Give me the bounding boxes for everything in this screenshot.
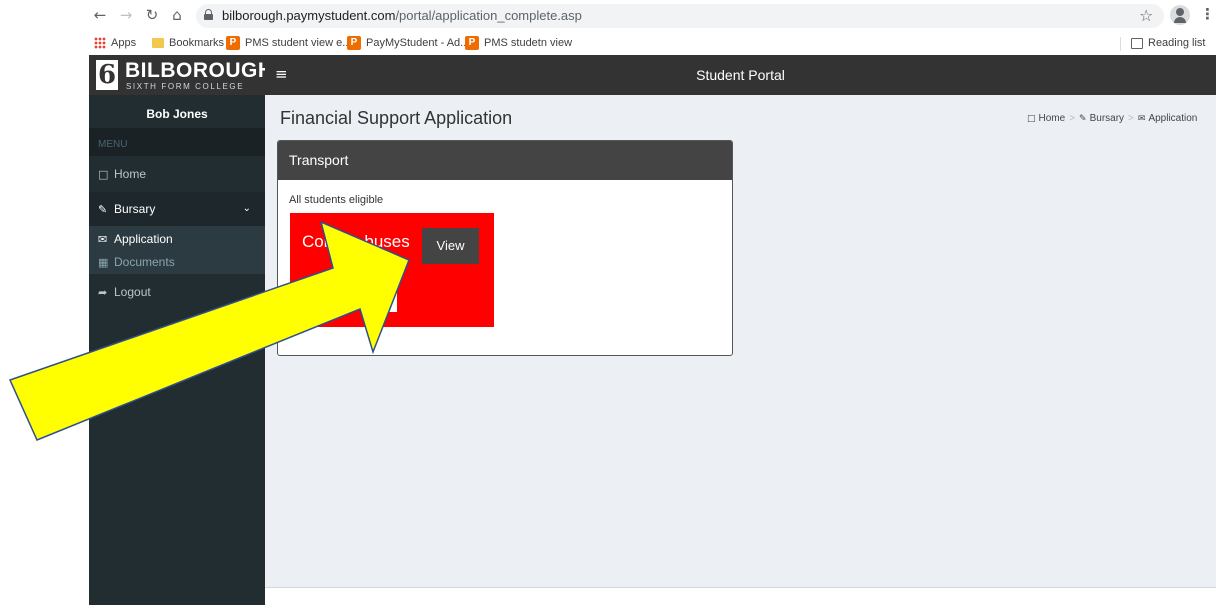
brand-name: BILBOROUGH — [125, 59, 274, 82]
hamburger-menu-icon[interactable]: ≡ — [275, 65, 288, 83]
menu-header: MENU — [89, 128, 265, 156]
sidebar-subitem-label: Application — [114, 232, 173, 246]
reading-list-icon — [1131, 37, 1143, 49]
reading-list[interactable]: Reading list — [1131, 35, 1205, 52]
bookmark-star-icon[interactable]: ☆ — [1139, 6, 1153, 25]
breadcrumb-home[interactable]: □ Home — [1027, 113, 1065, 124]
college-buses-tile[interactable]: College buses View — [290, 213, 494, 327]
pms-favicon-icon: P — [465, 36, 479, 51]
sidebar-subitem-application[interactable]: ✉ Application — [89, 228, 265, 250]
sidebar: 6 BILBOROUGH SIXTH FORM COLLEGE Bob Jone… — [89, 55, 273, 605]
laptop-icon: □ — [98, 168, 109, 181]
bookmark-label: Bookmarks — [169, 37, 225, 49]
eligibility-text: All students eligible — [289, 194, 384, 206]
url-text[interactable]: bilborough.paymystudent.com/portal/appli… — [222, 8, 582, 23]
folder-icon — [152, 38, 164, 49]
breadcrumb-label: Application — [1148, 113, 1198, 124]
bookmark-label: PMS student view e... — [245, 37, 352, 49]
home-icon[interactable]: ⌂ — [167, 5, 187, 25]
breadcrumb-bursary[interactable]: ✎ Bursary — [1079, 113, 1124, 124]
top-navbar: Student Portal ≡ — [265, 55, 1216, 95]
bookmark-pms-studetn-view[interactable]: P PMS studetn view — [465, 35, 572, 52]
url-host: bilborough.paymystudent.com — [222, 8, 396, 23]
pms-favicon-icon: P — [347, 36, 361, 51]
sidebar-item-label: Home — [114, 167, 147, 181]
view-button[interactable]: View — [422, 228, 479, 264]
sidebar-item-label: Logout — [114, 285, 151, 299]
edit-icon: ✎ — [98, 203, 108, 216]
share-icon: ➦ — [98, 286, 108, 299]
tile-secondary-button[interactable] — [387, 288, 397, 312]
bookmark-label: PMS studetn view — [484, 37, 573, 49]
bookmark-label: Apps — [111, 37, 137, 49]
sidebar-item-home[interactable]: □ Home — [89, 157, 265, 191]
sidebar-item-label: Bursary — [114, 202, 156, 216]
page-footer — [265, 587, 1216, 605]
bookmark-pms-student-view[interactable]: P PMS student view e... — [226, 35, 351, 52]
user-panel: Bob Jones — [89, 95, 265, 128]
envelope-icon: ✉ — [1137, 114, 1146, 124]
breadcrumb-label: Bursary — [1089, 113, 1125, 124]
bookmarks-divider — [1120, 37, 1121, 51]
pms-favicon-icon: P — [226, 36, 240, 51]
lock-icon[interactable] — [204, 9, 213, 20]
sidebar-subitem-label: Documents — [114, 255, 175, 269]
profile-avatar-icon[interactable] — [1170, 5, 1190, 25]
bookmark-paymystudent[interactable]: P PayMyStudent - Ad... — [347, 35, 469, 52]
brand-logo[interactable]: 6 BILBOROUGH SIXTH FORM COLLEGE — [89, 55, 273, 95]
brand-subtitle: SIXTH FORM COLLEGE — [126, 82, 245, 91]
breadcrumb-label: Home — [1038, 113, 1066, 124]
sidebar-subitem-documents[interactable]: ▦ Documents — [89, 251, 265, 273]
reading-list-label: Reading list — [1148, 37, 1206, 49]
breadcrumb-separator: > — [1069, 113, 1076, 124]
tile-title: College buses — [302, 232, 410, 251]
laptop-icon: □ — [1027, 114, 1036, 124]
pdf-file-icon: ▦ — [98, 256, 109, 269]
portal-title: Student Portal — [696, 67, 785, 83]
bookmark-apps[interactable]: Apps — [94, 35, 136, 52]
bursary-submenu: ✉ Application ▦ Documents — [89, 226, 265, 274]
url-path: /portal/application_complete.asp — [395, 8, 582, 23]
breadcrumb-separator: > — [1128, 113, 1134, 124]
college-logo-icon: 6 — [96, 60, 118, 90]
apps-grid-icon — [94, 37, 106, 50]
forward-arrow-icon[interactable]: → — [116, 5, 136, 25]
edit-icon: ✎ — [1079, 114, 1087, 124]
back-arrow-icon[interactable]: ← — [90, 5, 110, 25]
chevron-down-icon: ⌄ — [242, 203, 251, 214]
breadcrumb-application: ✉ Application — [1138, 113, 1197, 124]
box-title: Transport — [278, 141, 732, 180]
bookmark-folder[interactable]: Bookmarks — [152, 35, 224, 52]
sidebar-item-logout[interactable]: ➦ Logout — [89, 275, 265, 309]
page-title: Financial Support Application — [280, 108, 513, 128]
kebab-menu-icon[interactable]: ⋮ — [1200, 5, 1215, 23]
envelope-icon: ✉ — [98, 233, 108, 246]
reload-icon[interactable]: ↻ — [142, 5, 162, 25]
bookmarks-bar: Apps Bookmarks P PMS student view e... PP… — [0, 32, 1216, 55]
browser-toolbar: ← → ↻ ⌂ bilborough.paymystudent.com/port… — [0, 0, 1216, 32]
breadcrumb: □ Home > ✎ Bursary > ✉ Application — [1027, 113, 1197, 124]
bookmark-label: PayMyStudent - Ad... — [366, 37, 470, 49]
sidebar-item-bursary[interactable]: ✎ Bursary ⌄ — [89, 192, 265, 226]
